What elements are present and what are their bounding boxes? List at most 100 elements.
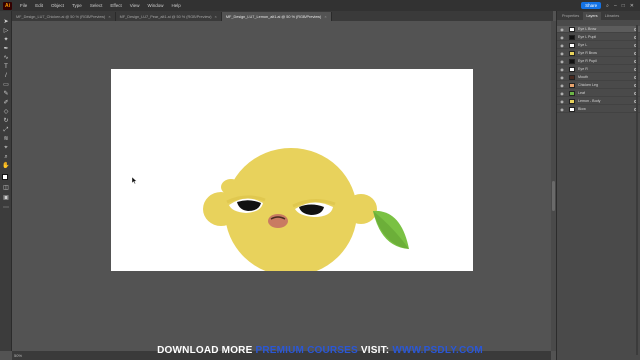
- fill-stroke-swatch[interactable]: [2, 174, 10, 181]
- visibility-eye-icon[interactable]: ◉: [559, 99, 565, 104]
- layer-row[interactable]: ◉ Eye L Brow: [557, 26, 640, 33]
- visibility-eye-icon[interactable]: ◉: [559, 35, 565, 40]
- rotate-tool-icon[interactable]: ↻: [2, 118, 10, 125]
- visibility-eye-icon[interactable]: ◉: [559, 27, 565, 32]
- tab-chicken[interactable]: MF_Design_LU7_Chicken.ai @ 50 % (RGB/Pre…: [12, 12, 116, 21]
- visibility-eye-icon[interactable]: ◉: [559, 51, 565, 56]
- tab-libraries[interactable]: Libraries: [602, 12, 623, 20]
- panel-scrollbar[interactable]: [636, 25, 638, 355]
- menu-help[interactable]: Help: [171, 3, 180, 8]
- close-tab-icon[interactable]: ×: [324, 14, 326, 19]
- search-icon[interactable]: ⌕: [606, 3, 609, 9]
- layer-row[interactable]: ◉ Mouth: [557, 74, 640, 81]
- menu-object[interactable]: Object: [51, 3, 64, 8]
- layer-name: Eye R: [578, 67, 588, 71]
- scale-tool-icon[interactable]: ⤢: [2, 127, 10, 134]
- paintbrush-tool-icon[interactable]: ✎: [2, 91, 10, 98]
- tab-properties[interactable]: Properties: [559, 12, 582, 20]
- layer-thumbnail: [569, 98, 575, 104]
- visibility-eye-icon[interactable]: ◉: [559, 75, 565, 80]
- close-tab-icon[interactable]: ×: [215, 14, 217, 19]
- menu-bar: Ai File Edit Object Type Select Effect V…: [0, 0, 640, 11]
- selection-tool-icon[interactable]: ➤: [2, 19, 10, 26]
- app-logo-icon[interactable]: Ai: [3, 1, 12, 10]
- layer-thumbnail: [569, 106, 575, 112]
- layer-thumbnail: [569, 58, 575, 64]
- draw-mode-icon[interactable]: ◫: [2, 185, 10, 192]
- panel-tabs: Properties Layers Libraries: [557, 11, 640, 20]
- menu-select[interactable]: Select: [90, 3, 103, 8]
- visibility-eye-icon[interactable]: ◉: [559, 59, 565, 64]
- eraser-tool-icon[interactable]: ◇: [2, 109, 10, 116]
- layer-row[interactable]: ◉ Eye R Pupil: [557, 58, 640, 65]
- mouse-pointer-icon: [132, 177, 138, 184]
- share-button[interactable]: Share: [581, 2, 602, 9]
- layer-name: Blow: [578, 107, 586, 111]
- watermark-link[interactable]: WWW.PSDLY.COM: [392, 345, 483, 356]
- layer-name: Eye L Brow: [578, 27, 597, 31]
- menu-type[interactable]: Type: [72, 3, 82, 8]
- screen-mode-icon[interactable]: ▣: [2, 195, 10, 202]
- layer-name: Eye R Brow: [578, 51, 597, 55]
- layer-thumbnail: [569, 90, 575, 96]
- layer-thumbnail: [569, 42, 575, 48]
- tab-pear[interactable]: MF_Design_LU7_Pear_alt1.ai @ 50 % (RGB/P…: [115, 12, 222, 21]
- eyedropper-tool-icon[interactable]: ⌖: [2, 145, 10, 152]
- hand-tool-icon[interactable]: ✋: [2, 163, 10, 170]
- shaper-tool-icon[interactable]: ✐: [2, 100, 10, 107]
- watermark-text-2: PREMIUM COURSES: [255, 345, 358, 356]
- visibility-eye-icon[interactable]: ◉: [559, 43, 565, 48]
- scroll-thumb[interactable]: [552, 181, 555, 211]
- layer-row[interactable]: ◉ Eye R: [557, 66, 640, 73]
- layer-row[interactable]: ◉ Eye L: [557, 42, 640, 49]
- lemon-body: [203, 148, 377, 271]
- lemon-artwork[interactable]: [111, 69, 473, 271]
- maximize-icon[interactable]: □: [622, 3, 625, 9]
- watermark-text-3: VISIT:: [357, 345, 393, 356]
- menu-file[interactable]: File: [20, 3, 27, 8]
- type-tool-icon[interactable]: T: [2, 64, 10, 71]
- close-tab-icon[interactable]: ×: [108, 14, 110, 19]
- menu-effect[interactable]: Effect: [110, 3, 121, 8]
- layer-name: Mouth: [578, 75, 588, 79]
- document-tabs: MF_Design_LU7_Chicken.ai @ 50 % (RGB/Pre…: [12, 11, 553, 21]
- layer-name: Eye L Pupil: [578, 35, 597, 39]
- width-tool-icon[interactable]: ≋: [2, 136, 10, 143]
- tab-layers[interactable]: Layers: [583, 12, 601, 20]
- direct-selection-tool-icon[interactable]: ▷: [2, 28, 10, 35]
- menu-window[interactable]: Window: [147, 3, 163, 8]
- visibility-eye-icon[interactable]: ◉: [559, 67, 565, 72]
- curvature-tool-icon[interactable]: ∿: [2, 55, 10, 62]
- more-tools-icon[interactable]: ⋯: [2, 205, 10, 212]
- zoom-tool-icon[interactable]: ⌕: [2, 154, 10, 161]
- layer-thumbnail: [569, 34, 575, 40]
- visibility-eye-icon[interactable]: ◉: [559, 91, 565, 96]
- artboard[interactable]: [111, 69, 473, 271]
- layer-name: Lemon - Body: [578, 99, 601, 103]
- layer-row[interactable]: ◉ Lemon - Body: [557, 98, 640, 105]
- layer-thumbnail: [569, 66, 575, 72]
- rectangle-tool-icon[interactable]: ▭: [2, 82, 10, 89]
- mouth: [268, 214, 288, 228]
- visibility-eye-icon[interactable]: ◉: [559, 107, 565, 112]
- layer-row[interactable]: ◉ Leaf: [557, 90, 640, 97]
- layer-row[interactable]: ◉ Eye L Pupil: [557, 34, 640, 41]
- layer-name: Leaf: [578, 91, 585, 95]
- layer-name: Eye L: [578, 43, 588, 47]
- menu-view[interactable]: View: [130, 3, 140, 8]
- pen-tool-icon[interactable]: ✒: [2, 46, 10, 53]
- layer-row[interactable]: ◉ Blow: [557, 106, 640, 113]
- minimize-icon[interactable]: –: [614, 3, 617, 9]
- magic-wand-icon[interactable]: ✦: [2, 37, 10, 44]
- watermark-banner: DOWNLOAD MORE PREMIUM COURSES VISIT: WWW…: [0, 345, 640, 356]
- menu-edit[interactable]: Edit: [35, 3, 43, 8]
- line-tool-icon[interactable]: /: [2, 73, 10, 80]
- watermark-text-1: DOWNLOAD MORE: [157, 345, 256, 356]
- layer-name: Eye R Pupil: [578, 59, 597, 63]
- layer-row[interactable]: ◉ Chicken Leg: [557, 82, 640, 89]
- tab-lemon[interactable]: MF_Design_LU7_Lemon_alt1.ai @ 50 % (RGB/…: [221, 12, 332, 21]
- visibility-eye-icon[interactable]: ◉: [559, 83, 565, 88]
- close-icon[interactable]: ✕: [630, 3, 634, 9]
- tools-panel: ➤ ▷ ✦ ✒ ∿ T / ▭ ✎ ✐ ◇ ↻ ⤢ ≋ ⌖ ⌕ ✋ ◫ ▣ ⋯: [0, 11, 12, 351]
- layer-row[interactable]: ◉ Eye R Brow: [557, 50, 640, 57]
